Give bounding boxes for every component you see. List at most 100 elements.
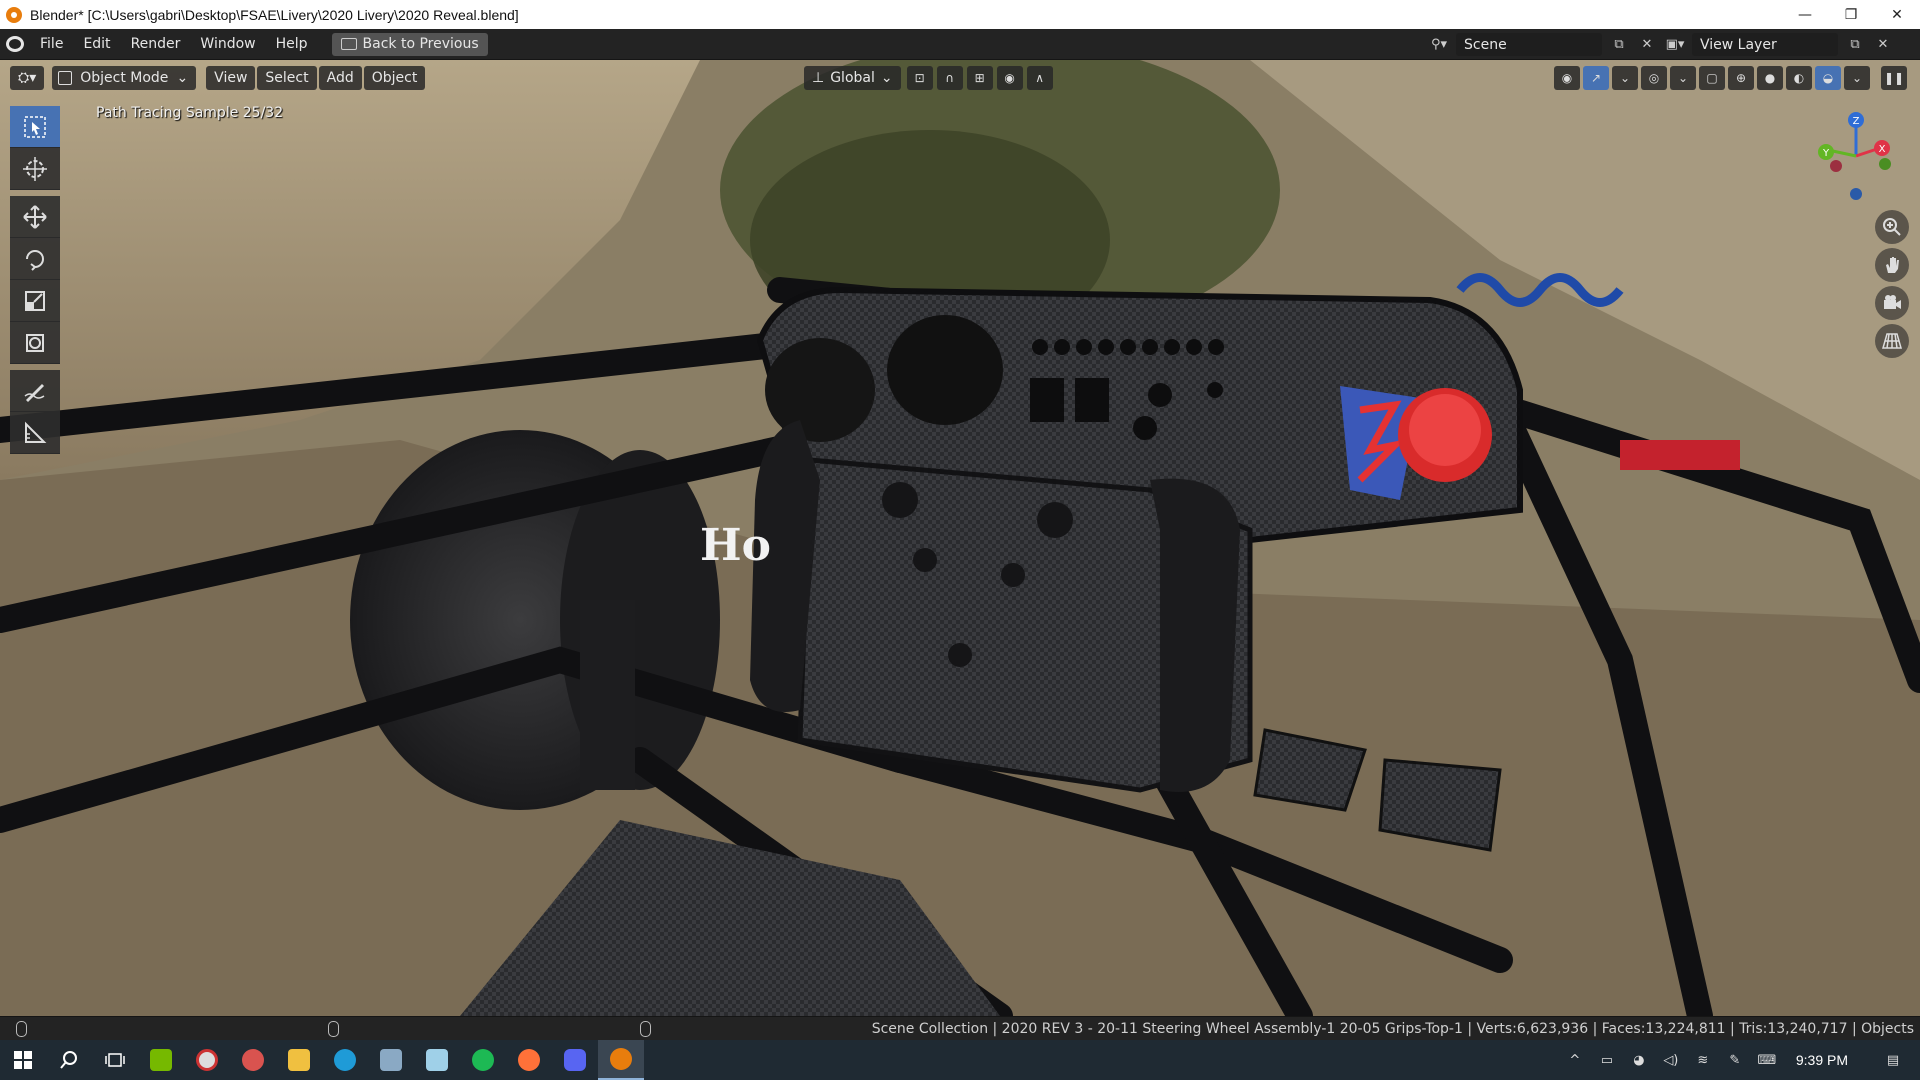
scene-type-icon[interactable]: ⚲▾ bbox=[1428, 34, 1450, 56]
notes-app-icon[interactable] bbox=[414, 1040, 460, 1080]
mouse-left-icon bbox=[16, 1021, 27, 1037]
rotate-tool-icon[interactable] bbox=[10, 238, 60, 280]
overlays-dropdown-icon[interactable]: ⌄ bbox=[1670, 66, 1696, 90]
scene-name: Scene bbox=[1464, 36, 1507, 53]
move-tool-icon[interactable] bbox=[10, 196, 60, 238]
blender-logo-icon bbox=[6, 6, 22, 23]
maximize-button[interactable]: ❐ bbox=[1828, 0, 1874, 29]
measure-tool-icon[interactable] bbox=[10, 412, 60, 454]
file-explorer-icon[interactable] bbox=[276, 1040, 322, 1080]
object-mode-label: Object Mode bbox=[80, 70, 169, 86]
navigation-gizmo[interactable]: Z Y X bbox=[1800, 108, 1900, 208]
rendered-shading-icon[interactable]: ◒ bbox=[1815, 66, 1841, 90]
path-tracing-sample-text: Path Tracing Sample 25/32 bbox=[96, 105, 284, 121]
keyboard-icon[interactable]: ⌨ bbox=[1757, 1051, 1776, 1069]
select-box-tool-icon[interactable] bbox=[10, 106, 60, 148]
back-to-previous-button[interactable]: Back to Previous bbox=[331, 32, 488, 56]
back-to-previous-label: Back to Previous bbox=[362, 36, 479, 52]
system-tray: ^ ▭ ◕ ◁) ≋ ✎ ⌨ 9:39 PM ▤ bbox=[1566, 1040, 1920, 1080]
pan-hand-icon[interactable] bbox=[1875, 248, 1909, 282]
scene-selector-group: ⚲▾ Scene ⧉ ✕ ▣▾ View Layer ⧉ ✕ bbox=[1428, 33, 1894, 56]
solid-shading-icon[interactable]: ● bbox=[1757, 66, 1783, 90]
cursor-tool-icon[interactable] bbox=[10, 148, 60, 190]
window-title-bar: Blender* [C:\Users\gabri\Desktop\FSAE\Li… bbox=[0, 0, 1920, 29]
red-app-icon[interactable] bbox=[184, 1040, 230, 1080]
notifications-icon[interactable]: ▤ bbox=[1884, 1051, 1902, 1069]
camera-view-icon[interactable] bbox=[1875, 286, 1909, 320]
close-button[interactable]: ✕ bbox=[1874, 0, 1920, 29]
blender-taskbar-icon[interactable] bbox=[598, 1040, 644, 1080]
remove-view-layer-icon[interactable]: ✕ bbox=[1872, 34, 1894, 56]
minimize-button[interactable]: — bbox=[1782, 0, 1828, 29]
scene-name-field[interactable]: Scene bbox=[1456, 33, 1602, 56]
discord-icon[interactable] bbox=[552, 1040, 598, 1080]
search-icon[interactable] bbox=[46, 1040, 92, 1080]
menu-view[interactable]: View bbox=[206, 66, 256, 90]
viewport-shading-group: ◉ ↗ ⌄ ◎ ⌄ ▢ ⊕ ● ◐ ◒ ⌄ ❚❚ bbox=[1554, 66, 1907, 90]
blender-menu-logo-icon[interactable] bbox=[0, 29, 30, 60]
visibility-eye-icon[interactable]: ◉ bbox=[1554, 66, 1580, 90]
nvidia-app-icon[interactable] bbox=[138, 1040, 184, 1080]
snap-target-icon[interactable]: ⊞ bbox=[966, 66, 993, 90]
menu-help[interactable]: Help bbox=[266, 32, 318, 56]
proportional-edit-icon[interactable]: ◉ bbox=[996, 66, 1023, 90]
wifi-icon[interactable]: ≋ bbox=[1694, 1051, 1712, 1069]
wave-app-icon[interactable] bbox=[230, 1040, 276, 1080]
zoom-icon[interactable] bbox=[1875, 210, 1909, 244]
tool-shelf bbox=[10, 106, 62, 454]
annotate-tool-icon[interactable] bbox=[10, 370, 60, 412]
material-shading-icon[interactable]: ◐ bbox=[1786, 66, 1812, 90]
object-mode-icon bbox=[58, 71, 73, 85]
transform-tool-icon[interactable] bbox=[10, 322, 60, 364]
window-title: Blender* [C:\Users\gabri\Desktop\FSAE\Li… bbox=[30, 6, 519, 23]
menu-render[interactable]: Render bbox=[121, 32, 191, 56]
orientation-dropdown[interactable]: ⊥ Global ⌄ bbox=[804, 66, 901, 90]
scene-statistics: Scene Collection | 2020 REV 3 - 20-11 St… bbox=[871, 1021, 1914, 1037]
view-layer-type-icon[interactable]: ▣▾ bbox=[1664, 34, 1686, 56]
taskbar-clock[interactable]: 9:39 PM bbox=[1796, 1052, 1848, 1068]
mail-app-icon[interactable] bbox=[368, 1040, 414, 1080]
menu-add[interactable]: Add bbox=[318, 66, 362, 90]
volume-icon[interactable]: ◁) bbox=[1662, 1051, 1680, 1069]
perspective-grid-icon[interactable] bbox=[1875, 324, 1909, 358]
menu-window[interactable]: Window bbox=[190, 32, 265, 56]
gizmo-toggle-icon[interactable]: ↗ bbox=[1583, 66, 1609, 90]
start-icon[interactable] bbox=[0, 1040, 46, 1080]
3d-viewport[interactable]: Ho bbox=[0, 60, 1920, 1016]
chevron-down-icon: ⌄ bbox=[880, 70, 893, 86]
gizmo-dropdown-icon[interactable]: ⌄ bbox=[1612, 66, 1638, 90]
menu-object[interactable]: Object bbox=[363, 66, 426, 90]
rendered-scene-image: Ho bbox=[0, 60, 1920, 1016]
status-bar: Scene Collection | 2020 REV 3 - 20-11 St… bbox=[0, 1016, 1920, 1040]
view-layer-name: View Layer bbox=[1700, 36, 1777, 53]
chrome-tray-icon[interactable]: ◕ bbox=[1630, 1051, 1648, 1069]
xray-toggle-icon[interactable]: ▢ bbox=[1699, 66, 1725, 90]
pivot-point-icon[interactable]: ⊡ bbox=[906, 66, 933, 90]
task-view-icon[interactable] bbox=[92, 1040, 138, 1080]
view-layer-field[interactable]: View Layer bbox=[1692, 33, 1838, 56]
pen-icon[interactable]: ✎ bbox=[1726, 1051, 1744, 1069]
menu-file[interactable]: File bbox=[30, 32, 73, 56]
editor-type-button[interactable]: ⛭▾ bbox=[10, 66, 45, 90]
new-view-layer-icon[interactable]: ⧉ bbox=[1844, 34, 1866, 56]
svg-text:Ho: Ho bbox=[700, 520, 771, 571]
orientation-label: Global bbox=[830, 70, 875, 86]
scale-tool-icon[interactable] bbox=[10, 280, 60, 322]
wireframe-shading-icon[interactable]: ⊕ bbox=[1728, 66, 1754, 90]
falloff-curve-icon[interactable]: ∧ bbox=[1026, 66, 1053, 90]
snap-magnet-icon[interactable]: ∩ bbox=[936, 66, 963, 90]
pause-render-icon[interactable]: ❚❚ bbox=[1881, 66, 1907, 90]
firefox-icon[interactable] bbox=[506, 1040, 552, 1080]
show-hidden-icons-icon[interactable]: ^ bbox=[1566, 1051, 1584, 1069]
menu-edit[interactable]: Edit bbox=[73, 32, 120, 56]
spotify-icon[interactable] bbox=[460, 1040, 506, 1080]
edge-browser-icon[interactable] bbox=[322, 1040, 368, 1080]
object-mode-dropdown[interactable]: Object Mode ⌄ bbox=[52, 66, 197, 90]
overlays-icon[interactable]: ◎ bbox=[1641, 66, 1667, 90]
shading-dropdown-icon[interactable]: ⌄ bbox=[1844, 66, 1870, 90]
remove-scene-icon[interactable]: ✕ bbox=[1636, 34, 1658, 56]
menu-select[interactable]: Select bbox=[257, 66, 317, 90]
new-scene-icon[interactable]: ⧉ bbox=[1608, 34, 1630, 56]
orientation-axis-icon: ⊥ bbox=[812, 70, 825, 86]
battery-icon[interactable]: ▭ bbox=[1598, 1051, 1616, 1069]
